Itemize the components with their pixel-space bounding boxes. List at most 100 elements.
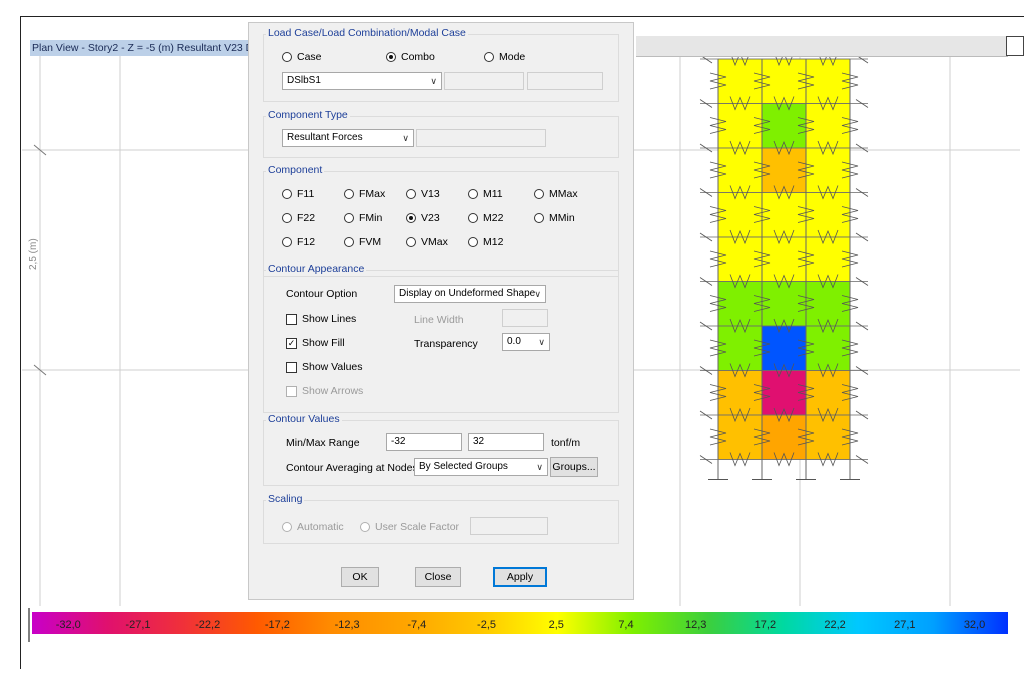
transparency-label: Transparency [414, 338, 478, 350]
radio-icon [344, 237, 354, 247]
component-radio-label: MMin [549, 212, 575, 224]
component-radio-m22[interactable]: M22 [468, 212, 503, 224]
contour-option-select[interactable]: Display on Undeformed Shape ∨ [394, 285, 546, 303]
component-radio-vmax[interactable]: VMax [406, 236, 448, 248]
radio-icon [484, 52, 494, 62]
mode-radio[interactable]: Mode [484, 51, 525, 63]
case-radio[interactable]: Case [282, 51, 322, 63]
radio-icon [360, 522, 370, 532]
legend-value-label: 7,4 [618, 619, 633, 631]
component-radio-label: FVM [359, 236, 382, 248]
radio-icon [344, 213, 354, 223]
component-radio-label: V23 [421, 212, 440, 224]
component-radio-label: M22 [483, 212, 504, 224]
radio-selected-icon [386, 52, 396, 62]
load-case-group-title: Load Case/Load Combination/Modal Case [266, 27, 468, 39]
component-group: Component F11 FMax V13 M11 MMax F22 FMin V23 M22… [263, 164, 619, 277]
transparency-select[interactable]: 0.0 ∨ [502, 333, 550, 351]
component-radio-f22[interactable]: F22 [282, 212, 315, 224]
component-radio-mmin[interactable]: MMin [534, 212, 575, 224]
groups-button[interactable]: Groups... [550, 457, 598, 477]
component-radio-v23[interactable]: V23 [406, 212, 440, 224]
checkbox-icon [286, 361, 297, 373]
ok-button[interactable]: OK [341, 567, 379, 587]
legend-value-label: 22,2 [824, 619, 845, 631]
radio-icon [282, 522, 292, 532]
component-radio-label: V13 [421, 188, 440, 200]
show-lines-checkbox[interactable]: Show Lines [286, 313, 356, 325]
legend-value-label: 12,3 [685, 619, 706, 631]
legend-value-label: -32,0 [56, 619, 81, 631]
component-group-title: Component [266, 164, 325, 176]
tab-scroll-button[interactable] [1006, 36, 1024, 56]
component-radio-label: VMax [421, 236, 448, 248]
radio-icon [534, 213, 544, 223]
radio-icon [406, 189, 416, 199]
radio-icon [344, 189, 354, 199]
contour-appearance-group: Contour Appearance Contour Option Displa… [263, 263, 619, 413]
combo-radio[interactable]: Combo [386, 51, 435, 63]
line-width-input [502, 309, 548, 327]
view-title[interactable]: Plan View - Story2 - Z = -5 (m) Resultan… [30, 40, 250, 56]
chevron-down-icon: ∨ [402, 133, 409, 143]
show-arrows-checkbox: Show Arrows [286, 385, 363, 397]
apply-button[interactable]: Apply [493, 567, 547, 587]
load-extra-field-2 [527, 72, 603, 90]
component-radio-m11[interactable]: M11 [468, 188, 503, 200]
contour-values-group: Contour Values Min/Max Range -32 32 tonf… [263, 413, 619, 486]
radio-icon [468, 189, 478, 199]
legend-value-label: -22,2 [195, 619, 220, 631]
min-range-input[interactable]: -32 [386, 433, 462, 451]
scaling-group: Scaling Automatic User Scale Factor [263, 493, 619, 544]
component-radio-label: M12 [483, 236, 504, 248]
component-type-group-title: Component Type [266, 109, 350, 121]
component-radio-label: FMax [359, 188, 386, 200]
component-radio-f11[interactable]: F11 [282, 188, 314, 200]
component-radio-label: F22 [297, 212, 316, 224]
contour-averaging-label: Contour Averaging at Nodes [286, 462, 418, 474]
component-radio-fmin[interactable]: FMin [344, 212, 382, 224]
load-combo-select[interactable]: DSlbS1 ∨ [282, 72, 442, 90]
y-dimension-label: 2,5 (m) [28, 238, 39, 270]
legend-value-label: 27,1 [894, 619, 915, 631]
radio-icon [468, 213, 478, 223]
component-radio-fmax[interactable]: FMax [344, 188, 385, 200]
radio-icon [534, 189, 544, 199]
scaling-group-title: Scaling [266, 493, 305, 505]
contour-averaging-select[interactable]: By Selected Groups ∨ [414, 458, 548, 476]
show-fill-checkbox[interactable]: ✓ Show Fill [286, 337, 345, 349]
show-values-checkbox[interactable]: Show Values [286, 361, 363, 373]
chevron-down-icon: ∨ [430, 76, 437, 86]
legend-value-label: 17,2 [755, 619, 776, 631]
component-type-extra [416, 129, 546, 147]
component-radio-fvm[interactable]: FVM [344, 236, 381, 248]
radio-icon [406, 237, 416, 247]
component-radio-f12[interactable]: F12 [282, 236, 315, 248]
component-type-group: Component Type Resultant Forces ∨ [263, 109, 619, 158]
radio-icon [282, 237, 292, 247]
component-radio-label: FMin [359, 212, 383, 224]
checkbox-icon [286, 385, 297, 397]
component-radio-m12[interactable]: M12 [468, 236, 503, 248]
contour-appearance-group-title: Contour Appearance [266, 263, 367, 275]
component-radio-mmax[interactable]: MMax [534, 188, 578, 200]
close-button[interactable]: Close [415, 567, 461, 587]
radio-icon [468, 237, 478, 247]
chevron-down-icon: ∨ [536, 462, 543, 472]
load-case-group: Load Case/Load Combination/Modal Case Ca… [263, 27, 619, 102]
automatic-radio: Automatic [282, 521, 344, 533]
contour-option-label: Contour Option [286, 288, 358, 300]
checkbox-checked-icon: ✓ [286, 337, 297, 349]
component-radio-label: MMax [549, 188, 578, 200]
view-tab-bar [636, 36, 1008, 57]
max-range-input[interactable]: 32 [468, 433, 544, 451]
chevron-down-icon: ∨ [538, 337, 545, 347]
range-unit-label: tonf/m [551, 437, 581, 449]
legend-value-label: -7,4 [407, 619, 426, 631]
component-type-select[interactable]: Resultant Forces ∨ [282, 129, 414, 147]
component-radio-v13[interactable]: V13 [406, 188, 440, 200]
legend-value-label: 32,0 [964, 619, 985, 631]
radio-icon [282, 189, 292, 199]
radio-icon [282, 52, 292, 62]
component-radio-label: M11 [483, 188, 503, 200]
